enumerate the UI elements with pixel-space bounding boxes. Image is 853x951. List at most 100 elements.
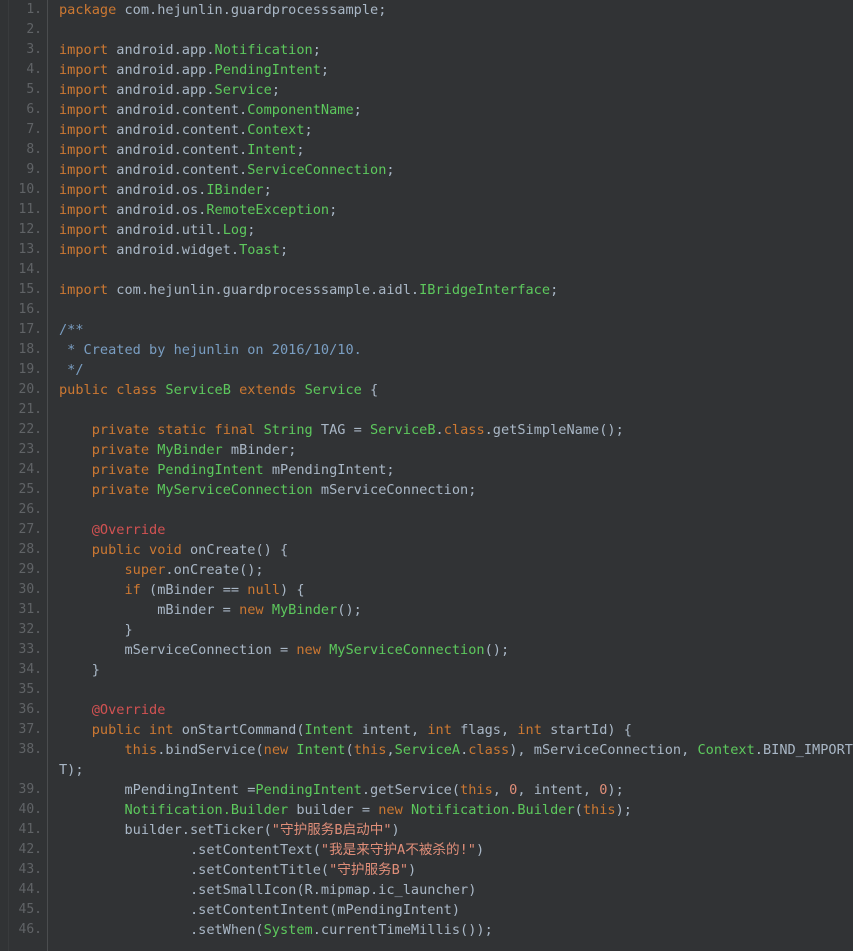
line-number[interactable]: 39. (9, 780, 47, 800)
code-line[interactable]: .setContentIntent(mPendingIntent) (59, 900, 853, 920)
code-line[interactable]: private MyServiceConnection mServiceConn… (59, 480, 853, 500)
line-number[interactable]: 25. (9, 480, 47, 500)
code-line[interactable]: import android.os.RemoteException; (59, 200, 853, 220)
code-token-pln (59, 422, 92, 438)
code-line[interactable] (59, 300, 853, 320)
code-line[interactable] (59, 260, 853, 280)
line-number[interactable]: 22. (9, 420, 47, 440)
code-line[interactable]: import com.hejunlin.guardprocesssample.a… (59, 280, 853, 300)
code-line[interactable]: } (59, 620, 853, 640)
line-number[interactable]: 8. (9, 140, 47, 160)
code-line[interactable]: import android.content.ServiceConnection… (59, 160, 853, 180)
line-number[interactable]: 26. (9, 500, 47, 520)
code-line[interactable]: private static final String TAG = Servic… (59, 420, 853, 440)
code-line[interactable] (59, 20, 853, 40)
code-line[interactable] (59, 500, 853, 520)
code-line[interactable]: import android.content.ComponentName; (59, 100, 853, 120)
line-number[interactable]: 12. (9, 220, 47, 240)
code-line[interactable]: import android.app.PendingIntent; (59, 60, 853, 80)
line-number[interactable]: 23. (9, 440, 47, 460)
line-number[interactable]: 29. (9, 560, 47, 580)
line-number[interactable]: 11. (9, 200, 47, 220)
code-line[interactable]: .setContentText("我是来守护A不被杀的!") (59, 840, 853, 860)
line-number[interactable]: 10. (9, 180, 47, 200)
code-token-pln: TAG = (312, 422, 371, 438)
line-number[interactable]: 28. (9, 540, 47, 560)
code-line[interactable]: public int onStartCommand(Intent intent,… (59, 720, 853, 740)
code-line-wrapped-continuation[interactable]: T); (59, 760, 853, 780)
code-line[interactable]: public class ServiceB extends Service { (59, 380, 853, 400)
code-line[interactable]: mBinder = new MyBinder(); (59, 600, 853, 620)
code-line[interactable]: import android.app.Service; (59, 80, 853, 100)
line-number[interactable]: 19. (9, 360, 47, 380)
code-line[interactable]: * Created by hejunlin on 2016/10/10. (59, 340, 853, 360)
code-line[interactable]: @Override (59, 520, 853, 540)
line-number[interactable]: 1. (9, 0, 47, 20)
code-line[interactable]: import android.os.IBinder; (59, 180, 853, 200)
code-line[interactable]: import android.content.Context; (59, 120, 853, 140)
line-number[interactable]: 37. (9, 720, 47, 740)
code-line[interactable]: import android.content.Intent; (59, 140, 853, 160)
code-line[interactable] (59, 400, 853, 420)
line-number[interactable]: 14. (9, 260, 47, 280)
code-content-area[interactable]: package com.hejunlin.guardprocesssample;… (49, 0, 853, 951)
code-line[interactable]: @Override (59, 700, 853, 720)
line-number[interactable]: 9. (9, 160, 47, 180)
line-number[interactable]: 7. (9, 120, 47, 140)
code-line[interactable]: package com.hejunlin.guardprocesssample; (59, 0, 853, 20)
code-line[interactable]: public void onCreate() { (59, 540, 853, 560)
code-line[interactable]: mPendingIntent =PendingIntent.getService… (59, 780, 853, 800)
code-line[interactable]: } (59, 660, 853, 680)
code-line[interactable]: /** (59, 320, 853, 340)
code-line[interactable]: if (mBinder == null) { (59, 580, 853, 600)
line-number[interactable]: 34. (9, 660, 47, 680)
code-line[interactable]: import android.app.Notification; (59, 40, 853, 60)
code-token-kw: import (59, 222, 109, 238)
line-number[interactable]: 4. (9, 60, 47, 80)
code-line[interactable]: super.onCreate(); (59, 560, 853, 580)
code-line[interactable]: .setContentTitle("守护服务B") (59, 860, 853, 880)
code-line[interactable]: .setSmallIcon(R.mipmap.ic_launcher) (59, 880, 853, 900)
code-line[interactable]: Notification.Builder builder = new Notif… (59, 800, 853, 820)
line-number[interactable]: 44. (9, 880, 47, 900)
line-number[interactable]: 35. (9, 680, 47, 700)
line-number[interactable]: 46. (9, 920, 47, 940)
code-line[interactable]: */ (59, 360, 853, 380)
line-number[interactable]: 6. (9, 100, 47, 120)
line-number[interactable]: 2. (9, 20, 47, 40)
code-token-pln (231, 382, 239, 398)
line-number[interactable]: 21. (9, 400, 47, 420)
line-number-gutter[interactable]: 1. 2. 3. 4. 5. 6. 7. 8. 9. 10. 11. 12. 13. 14. 15. 16. 1… (9, 0, 48, 951)
line-number[interactable]: 18. (9, 340, 47, 360)
line-number[interactable]: 36. (9, 700, 47, 720)
line-number[interactable]: 33. (9, 640, 47, 660)
line-number[interactable]: 17. (9, 320, 47, 340)
line-number[interactable]: 42. (9, 840, 47, 860)
code-line[interactable]: import android.widget.Toast; (59, 240, 853, 260)
line-number[interactable]: 5. (9, 80, 47, 100)
line-number[interactable]: 30. (9, 580, 47, 600)
code-line[interactable]: mServiceConnection = new MyServiceConnec… (59, 640, 853, 660)
line-number[interactable]: 43. (9, 860, 47, 880)
line-number[interactable]: 40. (9, 800, 47, 820)
line-number[interactable]: 24. (9, 460, 47, 480)
code-line[interactable]: import android.util.Log; (59, 220, 853, 240)
line-number[interactable]: 38. (9, 740, 47, 760)
code-line[interactable]: private PendingIntent mPendingIntent; (59, 460, 853, 480)
line-number[interactable]: 32. (9, 620, 47, 640)
line-number[interactable]: 3. (9, 40, 47, 60)
line-number[interactable]: 13. (9, 240, 47, 260)
line-number[interactable]: 31. (9, 600, 47, 620)
line-number[interactable]: 27. (9, 520, 47, 540)
line-number[interactable]: 20. (9, 380, 47, 400)
code-line[interactable]: this.bindService(new Intent(this,Service… (59, 740, 853, 760)
code-editor[interactable]: 1. 2. 3. 4. 5. 6. 7. 8. 9. 10. 11. 12. 13. 14. 15. 16. 1… (0, 0, 853, 951)
code-line[interactable]: .setWhen(System.currentTimeMillis()); (59, 920, 853, 940)
code-line[interactable]: private MyBinder mBinder; (59, 440, 853, 460)
line-number[interactable]: 41. (9, 820, 47, 840)
code-line[interactable]: builder.setTicker("守护服务B启动中") (59, 820, 853, 840)
code-line[interactable] (59, 680, 853, 700)
line-number[interactable]: 45. (9, 900, 47, 920)
line-number[interactable]: 15. (9, 280, 47, 300)
line-number[interactable]: 16. (9, 300, 47, 320)
